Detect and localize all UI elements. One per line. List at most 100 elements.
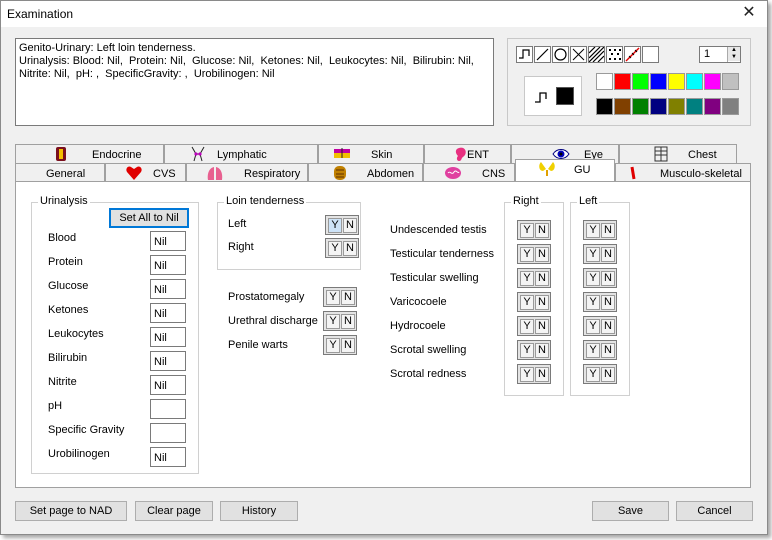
close-icon[interactable]: ✕ bbox=[739, 3, 759, 23]
pen-size-spinner[interactable]: 1 ▲ ▼ bbox=[699, 46, 741, 63]
yes-button[interactable]: Y bbox=[586, 343, 600, 358]
no-button[interactable]: N bbox=[601, 223, 615, 238]
yes-button[interactable]: Y bbox=[586, 319, 600, 334]
tab-abdomen[interactable]: Abdomen bbox=[308, 163, 423, 182]
tab-cvs[interactable]: CVS bbox=[105, 163, 186, 182]
no-button[interactable]: N bbox=[535, 319, 549, 334]
no-button[interactable]: N bbox=[535, 295, 549, 310]
yes-button[interactable]: Y bbox=[520, 343, 534, 358]
history-button[interactable]: History bbox=[220, 501, 298, 521]
urinalysis-value-field[interactable]: Nil bbox=[150, 351, 186, 371]
dots-tool-icon[interactable] bbox=[606, 46, 623, 63]
urinalysis-value-field[interactable] bbox=[150, 423, 186, 443]
color-swatch[interactable] bbox=[596, 98, 613, 115]
yes-button[interactable]: Y bbox=[520, 223, 534, 238]
urinalysis-value-field[interactable]: Nil bbox=[150, 375, 186, 395]
yes-button[interactable]: Y bbox=[520, 367, 534, 382]
no-button[interactable]: N bbox=[341, 338, 355, 353]
set-all-nil-button[interactable]: Set All to Nil bbox=[109, 208, 189, 228]
color-swatch[interactable] bbox=[632, 73, 649, 90]
notes-textarea[interactable]: Genito-Urinary: Left loin tenderness. Ur… bbox=[15, 38, 494, 126]
tab-gu[interactable]: GU bbox=[515, 159, 615, 181]
yes-button[interactable]: Y bbox=[586, 295, 600, 310]
color-swatch[interactable] bbox=[686, 98, 703, 115]
urinalysis-value-field[interactable]: Nil bbox=[150, 231, 186, 251]
tab-musculo-skeletal[interactable]: Musculo-skeletal bbox=[615, 163, 751, 182]
no-button[interactable]: N bbox=[535, 271, 549, 286]
urinalysis-value-field[interactable]: Nil bbox=[150, 327, 186, 347]
color-swatch[interactable] bbox=[722, 73, 739, 90]
no-button[interactable]: N bbox=[535, 247, 549, 262]
hatch-tool-icon[interactable] bbox=[588, 46, 605, 63]
set-page-nad-button[interactable]: Set page to NAD bbox=[15, 501, 127, 521]
cancel-button[interactable]: Cancel bbox=[676, 501, 753, 521]
color-swatch[interactable] bbox=[722, 98, 739, 115]
no-button[interactable]: N bbox=[343, 241, 357, 256]
tab-general[interactable]: General bbox=[15, 163, 105, 182]
tab-skin[interactable]: Skin bbox=[318, 144, 424, 163]
no-button[interactable]: N bbox=[341, 290, 355, 305]
save-button[interactable]: Save bbox=[592, 501, 669, 521]
yes-button[interactable]: Y bbox=[586, 271, 600, 286]
color-swatch[interactable] bbox=[614, 73, 631, 90]
yes-button[interactable]: Y bbox=[520, 319, 534, 334]
urinalysis-value-field[interactable] bbox=[150, 399, 186, 419]
loin-side-label: Left bbox=[228, 218, 247, 230]
no-button[interactable]: N bbox=[341, 314, 355, 329]
yes-button[interactable]: Y bbox=[520, 295, 534, 310]
no-button[interactable]: N bbox=[601, 295, 615, 310]
tab-respiratory[interactable]: Respiratory bbox=[186, 163, 308, 182]
urinalysis-value-field[interactable]: Nil bbox=[150, 255, 186, 275]
yes-button[interactable]: Y bbox=[328, 241, 342, 256]
urinalysis-value-field[interactable]: Nil bbox=[150, 447, 186, 467]
circle-tool-icon[interactable] bbox=[552, 46, 569, 63]
no-button[interactable]: N bbox=[343, 218, 357, 233]
yes-button[interactable]: Y bbox=[586, 247, 600, 262]
urinalysis-value-field[interactable]: Nil bbox=[150, 303, 186, 323]
color-swatch[interactable] bbox=[614, 98, 631, 115]
color-swatch[interactable] bbox=[686, 73, 703, 90]
blank-tool-icon[interactable] bbox=[642, 46, 659, 63]
cross-tool-icon[interactable] bbox=[570, 46, 587, 63]
color-swatch[interactable] bbox=[596, 73, 613, 90]
loin-yn-toggle: YN bbox=[325, 215, 359, 235]
tab-chest[interactable]: Chest bbox=[619, 144, 737, 163]
no-button[interactable]: N bbox=[601, 343, 615, 358]
yes-button[interactable]: Y bbox=[326, 290, 340, 305]
no-button[interactable]: N bbox=[535, 367, 549, 382]
yes-button[interactable]: Y bbox=[586, 223, 600, 238]
no-button[interactable]: N bbox=[535, 343, 549, 358]
no-button[interactable]: N bbox=[601, 271, 615, 286]
yes-button[interactable]: Y bbox=[328, 218, 342, 233]
spin-up-icon[interactable]: ▲ bbox=[728, 47, 740, 54]
color-swatch[interactable] bbox=[650, 98, 667, 115]
color-swatch[interactable] bbox=[668, 98, 685, 115]
color-swatch[interactable] bbox=[704, 98, 721, 115]
curve-tool-icon[interactable] bbox=[516, 46, 533, 63]
color-swatch[interactable] bbox=[650, 73, 667, 90]
no-button[interactable]: N bbox=[601, 247, 615, 262]
no-button[interactable]: N bbox=[601, 367, 615, 382]
color-swatch[interactable] bbox=[668, 73, 685, 90]
yes-button[interactable]: Y bbox=[326, 338, 340, 353]
loin-yn-toggle: YN bbox=[325, 238, 359, 258]
yes-button[interactable]: Y bbox=[520, 247, 534, 262]
color-swatch[interactable] bbox=[704, 73, 721, 90]
urinalysis-label: Glucose bbox=[48, 280, 89, 292]
tab-cns[interactable]: CNS bbox=[423, 163, 515, 182]
red-line-tool-icon[interactable] bbox=[624, 46, 641, 63]
color-swatch[interactable] bbox=[632, 98, 649, 115]
yes-button[interactable]: Y bbox=[326, 314, 340, 329]
urinalysis-value-field[interactable]: Nil bbox=[150, 279, 186, 299]
no-button[interactable]: N bbox=[601, 319, 615, 334]
yes-button[interactable]: Y bbox=[586, 367, 600, 382]
tab-endocrine[interactable]: Endocrine bbox=[15, 144, 164, 163]
yes-button[interactable]: Y bbox=[520, 271, 534, 286]
tab-ent[interactable]: ENT bbox=[424, 144, 511, 163]
no-button[interactable]: N bbox=[535, 223, 549, 238]
line-tool-icon[interactable] bbox=[534, 46, 551, 63]
tab-lymphatic[interactable]: Lymphatic bbox=[164, 144, 318, 163]
spin-down-icon[interactable]: ▼ bbox=[728, 54, 740, 61]
clear-page-button[interactable]: Clear page bbox=[135, 501, 213, 521]
scrotal-finding-label: Testicular swelling bbox=[390, 272, 479, 284]
